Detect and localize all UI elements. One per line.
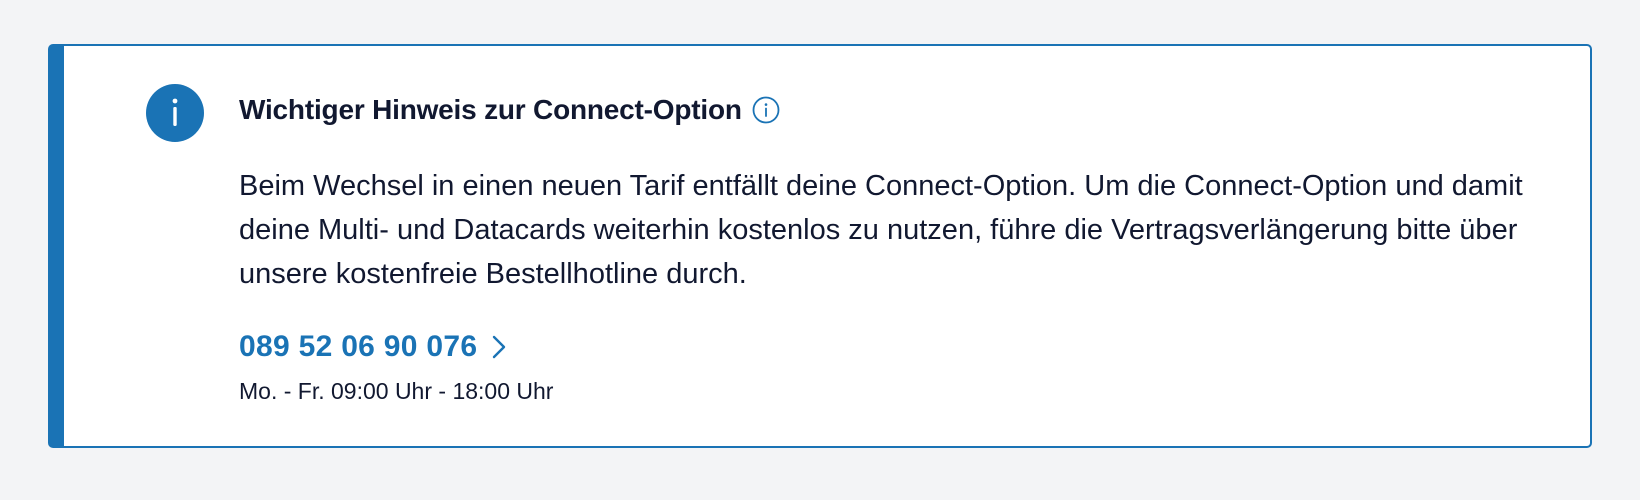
hotline-hours: Mo. - Fr. 09:00 Uhr - 18:00 Uhr <box>239 378 554 404</box>
info-outline-icon[interactable] <box>752 96 780 124</box>
notice-header: Wichtiger Hinweis zur Connect-Option <box>239 90 780 130</box>
notice-title: Wichtiger Hinweis zur Connect-Option <box>239 94 742 125</box>
hotline-phone-number[interactable]: 089 52 06 90 076 <box>239 330 477 364</box>
connect-option-notice: Wichtiger Hinweis zur Connect-Option Bei… <box>48 44 1592 448</box>
notice-body: Beim Wechsel in einen neuen Tarif entfäl… <box>239 170 1523 290</box>
hotline-phone-link[interactable]: 089 52 06 90 076 <box>239 330 507 364</box>
info-icon <box>146 84 204 142</box>
chevron-right-icon[interactable] <box>491 334 507 360</box>
